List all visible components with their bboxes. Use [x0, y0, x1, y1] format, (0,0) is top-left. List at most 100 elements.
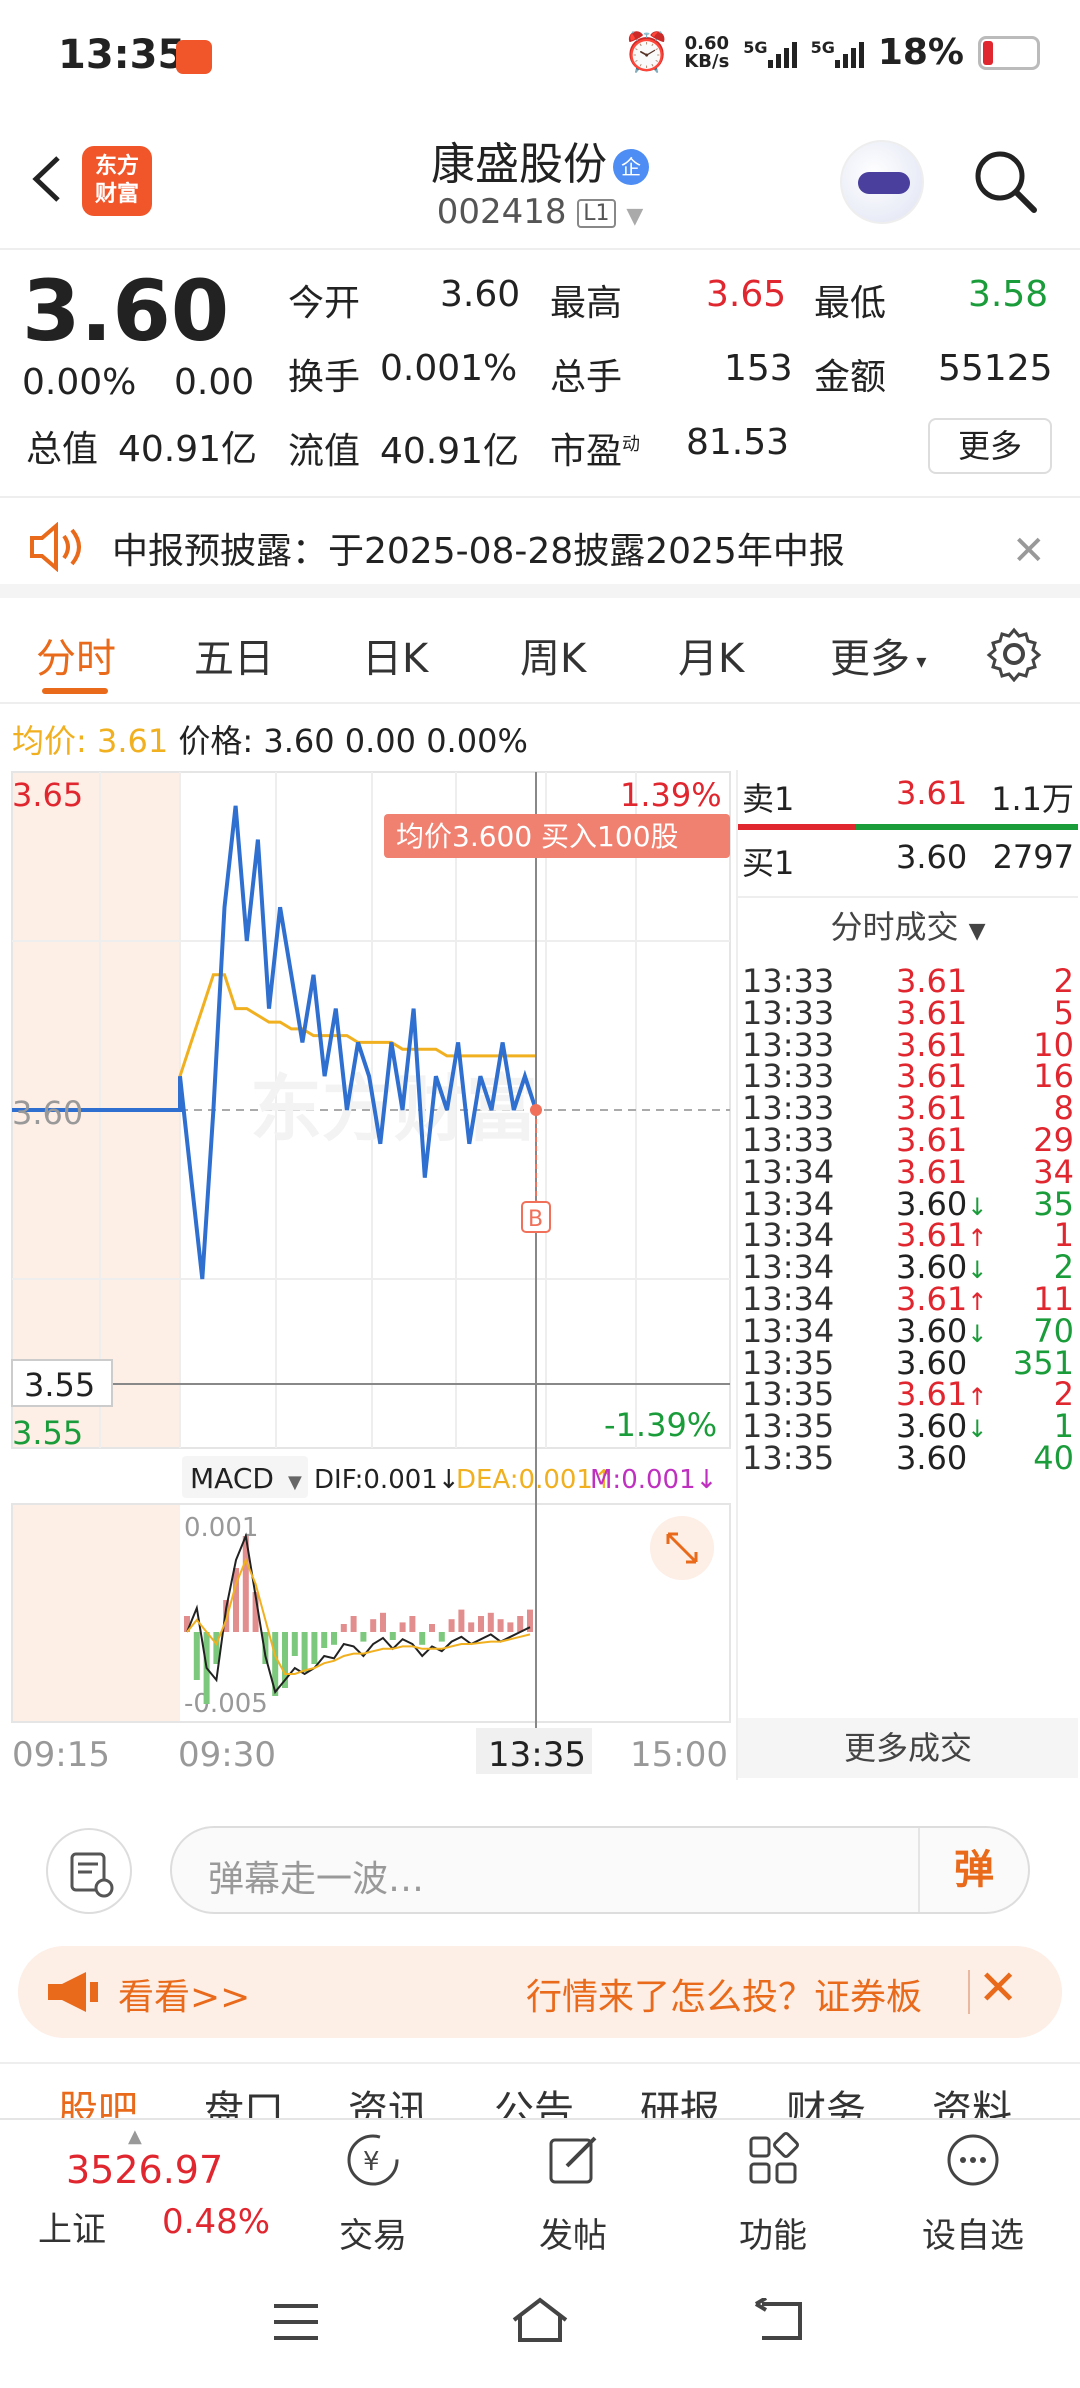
status-bar: 13:35 ⏰ 0.60 KB/s 5G 5G 18%: [0, 0, 1080, 110]
macd-bar: [399, 1622, 406, 1632]
signal-5g-1: 5G: [743, 38, 797, 68]
promo-banner[interactable]: 看看>> 行情来了怎么投？证券板 ✕: [18, 1946, 1062, 2038]
macd-bar: [370, 1619, 377, 1632]
subtab-guba[interactable]: 股吧: [58, 2078, 138, 2118]
high-label: 最高: [550, 283, 623, 324]
subtab-profile[interactable]: 资料: [932, 2078, 1012, 2118]
time-open: 09:30: [178, 1735, 276, 1774]
chart-tabs: 分时 五日 日K 周K 月K 更多 ▾: [0, 600, 1080, 704]
macd-bar: [389, 1632, 396, 1640]
cursor-dot: [530, 1104, 542, 1116]
buy-price: 3.60: [896, 838, 968, 876]
turnover-value: 0.001%: [380, 348, 518, 389]
nav-post[interactable]: 发帖: [498, 2130, 648, 2257]
nav-add-watchlist-label: 设自选: [922, 2216, 1024, 2256]
macd-bar: [497, 1619, 504, 1632]
search-icon[interactable]: [970, 146, 1040, 216]
subtab-research[interactable]: 研报: [640, 2078, 720, 2118]
index-name: 上证: [38, 2210, 106, 2250]
home-icon[interactable]: [508, 2294, 572, 2346]
macd-bar: [517, 1616, 524, 1632]
buy-vol: 2797: [992, 838, 1074, 876]
macd-bar: [448, 1619, 455, 1632]
speaker-icon: [30, 522, 81, 572]
macd-bar: [380, 1612, 386, 1632]
nav-function-label: 功能: [739, 2216, 807, 2256]
close-icon[interactable]: ✕: [1012, 528, 1046, 574]
subtab-pankou[interactable]: 盘口: [204, 2078, 284, 2118]
chart-info-line: 均价: 3.61 价格: 3.60 0.00 0.00%: [12, 716, 528, 762]
enterprise-badge: 企: [613, 149, 649, 185]
sub-tabs: 股吧 盘口 资讯 公告 研报 财务 资料: [0, 2062, 1080, 2118]
macd-bar: [478, 1616, 484, 1632]
index-pct: 0.48%: [162, 2202, 271, 2242]
edit-icon: [549, 2136, 597, 2184]
tab-daily-k[interactable]: 日K: [362, 626, 428, 684]
quote-panel: 3.60 0.00% 0.00 总值 40.91亿 今开 3.60 最高 3.6…: [0, 250, 1080, 498]
battery-percent: 18%: [877, 32, 964, 73]
bid-ask-bar: [738, 824, 1078, 830]
subtab-notice[interactable]: 公告: [494, 2078, 574, 2118]
notice-bar[interactable]: 中报预披露：于2025-08-28披露2025年中报 ✕: [0, 498, 1080, 598]
megaphone-icon: [48, 1972, 98, 2012]
barrage-send-button[interactable]: 弹: [918, 1828, 1028, 1912]
more-quote-button[interactable]: 更多: [928, 418, 1052, 474]
nav-add-watchlist[interactable]: 设自选: [898, 2130, 1048, 2257]
close-icon[interactable]: ✕: [978, 1960, 1018, 2016]
sell-price: 3.61: [896, 774, 968, 812]
y-top-label: 3.65: [12, 776, 83, 814]
signal-icon: [834, 38, 864, 68]
time-end: 15:00: [630, 1735, 728, 1774]
menu-icon[interactable]: [270, 2300, 322, 2344]
macd-bar: [193, 1632, 200, 1680]
tab-intraday[interactable]: 分时: [36, 626, 116, 684]
macd-bar: [340, 1624, 347, 1632]
time-start: 09:15: [12, 1735, 110, 1774]
macd-bar: [321, 1632, 328, 1648]
back-icon[interactable]: [752, 2298, 806, 2344]
chevron-down-icon: ▼: [626, 204, 644, 229]
mktcap-value: 40.91亿: [118, 429, 258, 470]
chart-svg: 东方财富 B 均价3.600 买入100股 3.65 3.60 3.55 3.5…: [11, 771, 731, 1775]
trades-title: 分时成交: [830, 908, 959, 946]
macd-bar: [487, 1612, 494, 1632]
pe-sup: 动: [622, 434, 641, 455]
trades-header[interactable]: 分时成交 ▼: [738, 902, 1078, 948]
gear-icon[interactable]: [986, 626, 1042, 682]
y-mid-label: 3.60: [12, 1094, 83, 1132]
status-time: 13:35: [58, 32, 186, 78]
more-icon: [947, 2134, 999, 2186]
barrage-settings-icon[interactable]: [46, 1828, 132, 1914]
trade-volume: 40: [1033, 1439, 1074, 1477]
macd-bar: [419, 1632, 426, 1645]
barrage-input[interactable]: 弹幕走一波… 弹: [170, 1826, 1030, 1914]
float-label: 流值: [288, 431, 361, 472]
tab-monthly-k[interactable]: 月K: [678, 626, 744, 684]
trade-icon: ¥: [347, 2134, 399, 2186]
sig2-label: 5G: [810, 37, 835, 57]
stock-header: 东方 财富 康盛股份企 002418 L1 ▼: [0, 110, 1080, 250]
trade-time: 13:35: [742, 1439, 835, 1477]
trade-price: 3.60: [896, 1439, 968, 1477]
tab-more[interactable]: 更多 ▾: [830, 626, 926, 684]
subtab-finance[interactable]: 财务: [786, 2078, 866, 2118]
assistant-robot-icon[interactable]: [840, 140, 924, 224]
macd-bar: [311, 1632, 318, 1664]
nav-trade[interactable]: ¥ 交易: [298, 2130, 448, 2257]
buy-marker-label: B: [528, 1207, 543, 1232]
more-trades-button[interactable]: 更多成交: [738, 1718, 1078, 1778]
nav-function[interactable]: 功能: [698, 2130, 848, 2257]
intraday-chart[interactable]: 东方财富 B 均价3.600 买入100股 3.65 3.60 3.55 3.5…: [0, 764, 735, 1775]
pct-bot-label: -1.39%: [604, 1406, 717, 1444]
tab-weekly-k[interactable]: 周K: [520, 626, 586, 684]
change-pct: 0.00%: [22, 362, 137, 403]
tooltip-text: 均价3.600 买入100股: [396, 820, 679, 853]
subtab-news[interactable]: 资讯: [348, 2078, 428, 2118]
tab-five-day[interactable]: 五日: [194, 626, 274, 684]
avg-value: 3.61: [96, 722, 169, 760]
low-label: 最低: [814, 283, 887, 324]
level-badge: L1: [577, 199, 616, 228]
price-text: 价格: 3.60 0.00 0.00%: [178, 722, 528, 760]
macd-label: MACD: [190, 1462, 274, 1495]
net-speed: 0.60 KB/s: [684, 34, 729, 71]
